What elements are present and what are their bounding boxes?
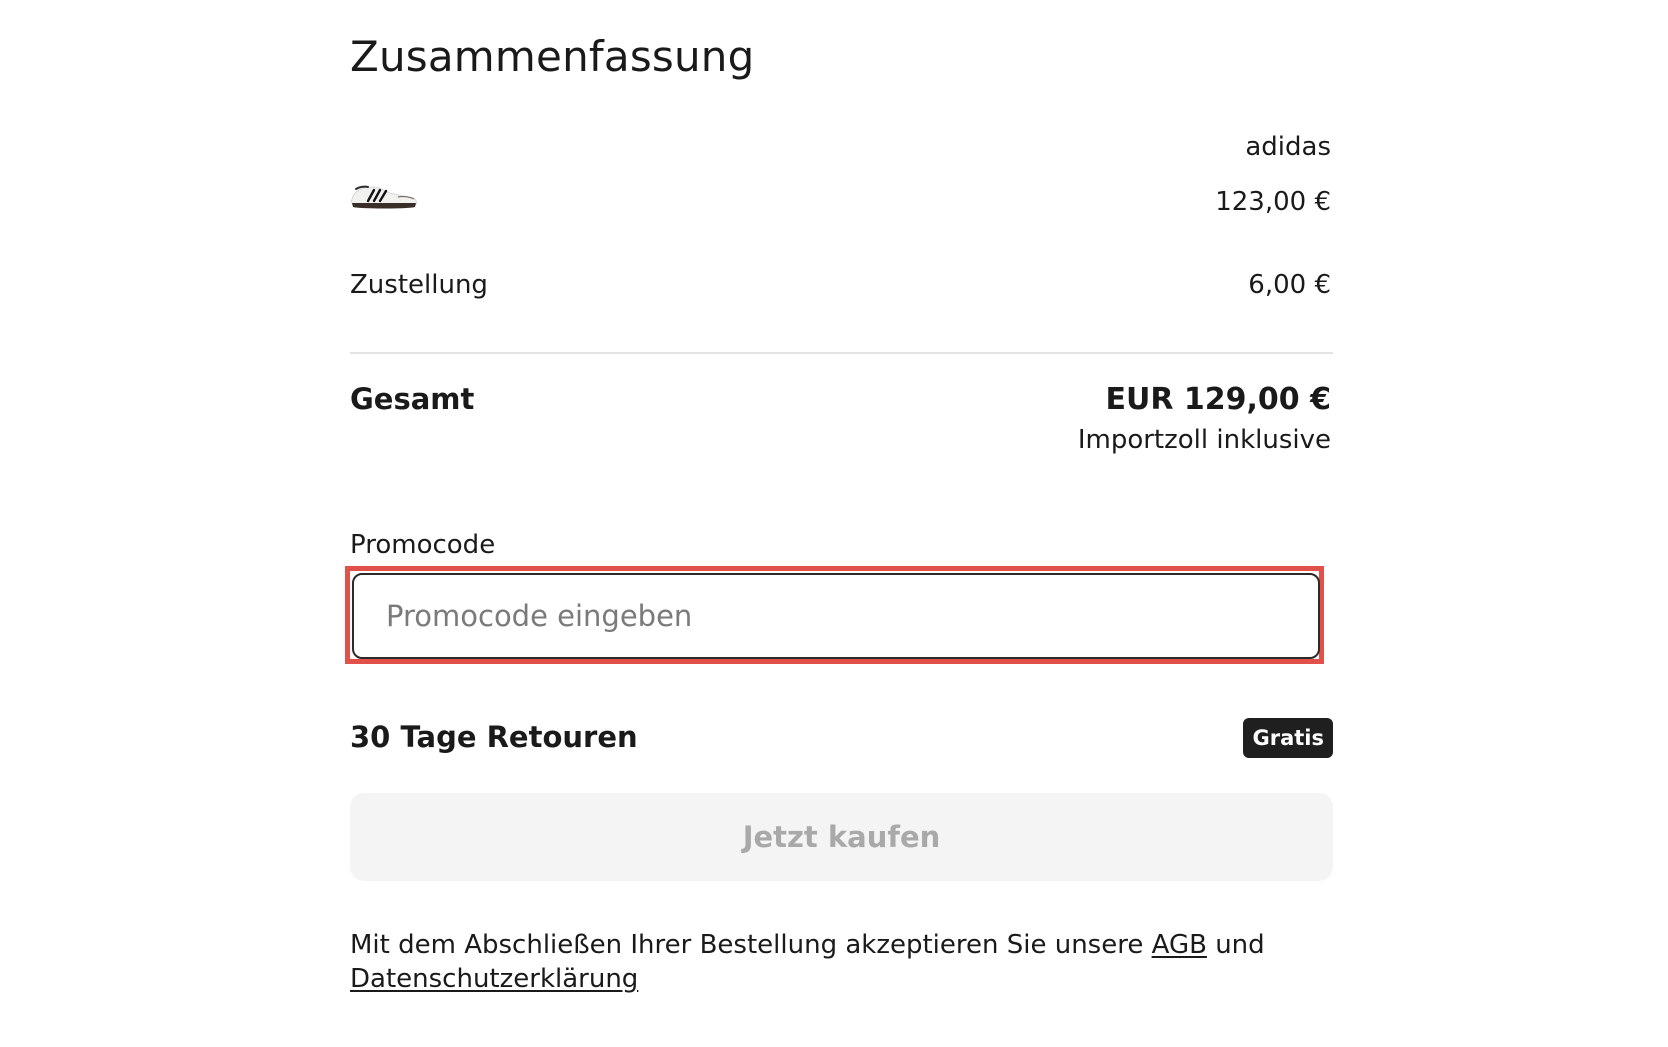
total-row: Gesamt EUR 129,00 € Importzoll inklusive [350,382,1331,462]
total-label: Gesamt [350,382,475,416]
promo-code-input[interactable] [352,573,1320,659]
privacy-policy-link[interactable]: Datenschutzerklärung [350,964,638,994]
delivery-row: Zustellung 6,00 € [350,270,1331,306]
free-returns-badge: Gratis [1243,718,1333,758]
legal-notice: Mit dem Abschließen Ihrer Bestellung akz… [350,928,1333,996]
sneaker-thumbnail-icon [351,185,417,209]
page-title: Zusammenfassung [350,32,755,81]
summary-divider [350,352,1333,354]
product-price: 123,00 € [1215,187,1331,217]
returns-row: 30 Tage Retouren Gratis [350,718,1333,760]
legal-text-middle: und [1206,930,1265,960]
import-duty-note: Importzoll inklusive [1077,425,1331,455]
product-row: adidas 123,00 € [350,126,1331,226]
agb-link[interactable]: AGB [1152,930,1207,960]
buy-now-button[interactable]: Jetzt kaufen [350,793,1333,881]
returns-label: 30 Tage Retouren [350,720,638,754]
delivery-label: Zustellung [350,270,488,300]
product-brand: adidas [1245,132,1331,162]
promo-label: Promocode [350,530,496,560]
total-amount: EUR 129,00 € [1105,382,1331,417]
delivery-cost: 6,00 € [1248,270,1331,300]
legal-text-before: Mit dem Abschließen Ihrer Bestellung akz… [350,930,1152,960]
